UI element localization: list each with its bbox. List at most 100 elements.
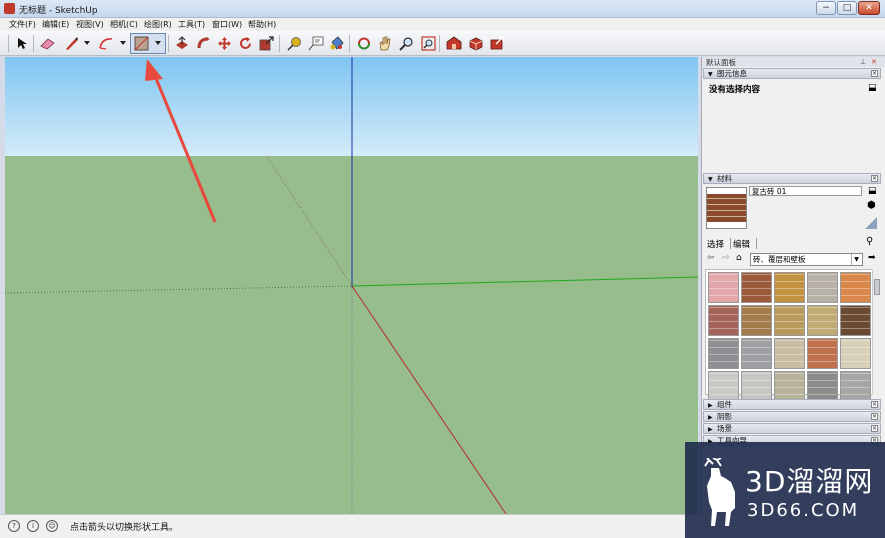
material-swatch[interactable] [774,371,805,402]
material-swatch[interactable] [840,371,871,402]
user-icon[interactable]: ☺ [46,520,58,532]
warehouse-icon[interactable] [445,35,462,52]
text-label-icon[interactable] [307,35,324,52]
panel-close-icon[interactable]: × [871,413,878,420]
menu-draw[interactable]: 绘图(R) [144,19,172,30]
tab-edit[interactable]: 编辑 [733,238,750,250]
panel-close-icon[interactable]: × [871,401,878,408]
material-swatch[interactable] [774,305,805,336]
entity-info-detail-icon[interactable]: ⬓ [868,83,877,93]
close-button[interactable]: ✕ [858,1,880,15]
info-icon[interactable]: i [27,520,39,532]
scenes-header[interactable]: ▶ 场景 × [703,423,881,434]
menu-file[interactable]: 文件(F) [9,19,36,30]
materials-header[interactable]: ▼ 材料 × [703,173,881,184]
material-swatch-grid [705,269,881,402]
eyedropper-icon[interactable]: ⚲ [866,236,873,247]
material-swatch[interactable] [741,305,772,336]
material-swatch[interactable] [708,272,739,303]
rotate-icon[interactable] [237,35,254,52]
menu-window[interactable]: 窗口(W) [212,19,242,30]
material-swatch[interactable] [708,305,739,336]
sample-paint-icon[interactable] [865,217,877,229]
menu-help[interactable]: 帮助(H) [248,19,276,30]
maximize-button[interactable]: □ [837,1,857,15]
select-arrow-icon[interactable] [13,35,30,52]
red-axis [351,285,507,514]
panel-close-icon[interactable]: × [871,70,878,77]
material-swatch[interactable] [741,371,772,402]
zoom-extents-icon[interactable] [420,35,437,52]
material-swatch[interactable] [708,371,739,402]
back-arrow-icon[interactable]: ⇦ [707,253,715,263]
material-swatch[interactable] [741,272,772,303]
material-swatch[interactable] [807,338,838,369]
material-swatch[interactable] [840,272,871,303]
material-preview-frame [706,187,747,229]
toolbar [0,31,885,56]
shape-rectangle-icon[interactable] [133,35,150,52]
line-tools-dropdown-icon[interactable] [84,41,90,45]
move-icon[interactable] [216,35,233,52]
pin-icon[interactable]: ⊥ [860,58,866,66]
minimize-button[interactable]: − [816,1,836,15]
material-swatch[interactable] [807,305,838,336]
shadows-header[interactable]: ▶ 阴影 × [703,411,881,422]
green-axis [351,276,698,287]
panel-close-icon[interactable]: × [871,175,878,182]
orbit-icon[interactable] [355,35,372,52]
material-swatch[interactable] [807,371,838,402]
shape-tools-dropdown-icon[interactable] [155,41,161,45]
menu-edit[interactable]: 编辑(E) [42,19,69,30]
material-swatch[interactable] [840,338,871,369]
collection-select[interactable]: 砖、覆层和壁板 ▼ [750,253,863,266]
components-icon[interactable] [467,35,484,52]
menu-bar: 文件(F) 编辑(E) 视图(V) 相机(C) 绘图(R) 工具(T) 窗口(W… [0,18,885,31]
material-detail-icon[interactable]: ⬓ [868,186,877,196]
scrollbar-thumb[interactable] [874,279,880,295]
menu-tools[interactable]: 工具(T) [178,19,205,30]
toolbar-separator [439,35,440,52]
arc-tools-dropdown-icon[interactable] [120,41,126,45]
push-pull-icon[interactable] [173,35,190,52]
details-arrow-icon[interactable]: ➡ [868,253,876,263]
entity-info-title: 图元信息 [717,69,747,78]
toolbar-separator [349,35,350,52]
entity-info-header[interactable]: ▼ 图元信息 × [703,68,881,79]
create-material-icon[interactable]: ⬢ [867,200,876,211]
paint-bucket-icon[interactable] [328,35,345,52]
share-icon[interactable] [488,35,505,52]
tape-measure-icon[interactable] [286,35,303,52]
tray-close-icon[interactable]: ✕ [871,58,877,66]
pan-icon[interactable] [376,35,393,52]
question-icon[interactable]: ? [8,520,20,532]
pencil-line-icon[interactable] [63,35,80,52]
material-swatch[interactable] [741,338,772,369]
toolbar-separator [8,35,9,52]
material-swatch[interactable] [840,305,871,336]
follow-me-icon[interactable] [195,35,212,52]
material-swatch[interactable] [807,272,838,303]
entity-info-content: 没有选择内容 [709,85,761,95]
scale-icon[interactable] [258,35,275,52]
eraser-icon[interactable] [39,35,56,52]
menu-view[interactable]: 视图(V) [76,19,104,30]
panel-close-icon[interactable]: × [871,425,878,432]
modeling-viewport[interactable] [5,57,698,514]
menu-camera[interactable]: 相机(C) [110,19,138,30]
zoom-icon[interactable] [398,35,415,52]
material-swatch[interactable] [708,338,739,369]
components-title: 组件 [717,400,732,409]
forward-arrow-icon[interactable]: ⇨ [722,253,730,263]
material-name-field[interactable]: 复古砖 01 [749,186,862,196]
watermark: 3D溜溜网 3D66.COM [685,442,885,538]
tab-select[interactable]: 选择 [707,238,724,250]
swatch-scrollbar[interactable] [872,269,881,395]
material-swatch[interactable] [774,338,805,369]
arc-icon[interactable] [97,35,114,52]
material-swatch[interactable] [774,272,805,303]
axes-overlay [5,57,698,514]
tab-divider [730,238,731,249]
home-icon[interactable]: ⌂ [736,253,742,263]
components-header[interactable]: ▶ 组件 × [703,399,881,410]
